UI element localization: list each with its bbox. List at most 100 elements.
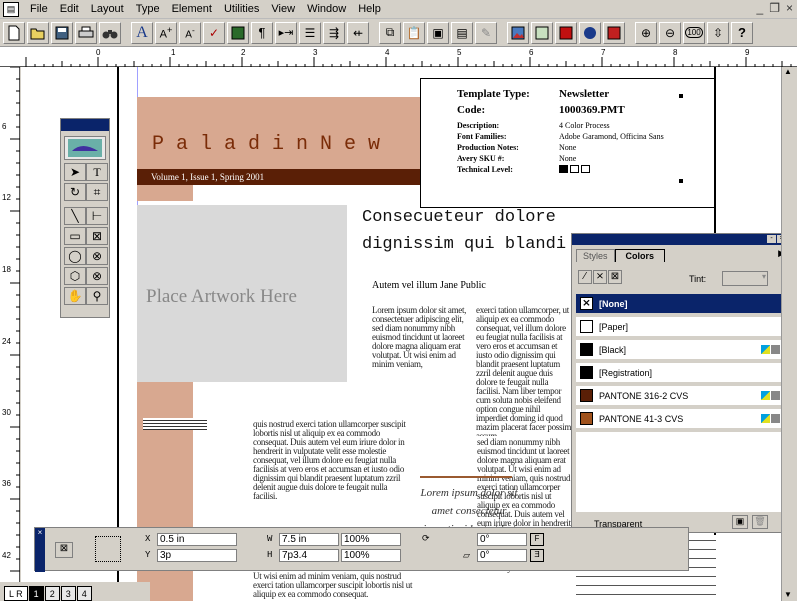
- w-field[interactable]: 7.5 in: [279, 533, 339, 546]
- indent-button[interactable]: ⇶: [323, 21, 345, 44]
- scale-y-field[interactable]: 100%: [341, 549, 401, 562]
- menu-file[interactable]: File: [24, 0, 54, 18]
- palette-minimize-button[interactable]: -: [767, 235, 776, 243]
- tab-colors[interactable]: Colors: [614, 249, 666, 262]
- dictionary-button[interactable]: [603, 21, 625, 44]
- image-button[interactable]: [507, 21, 529, 44]
- horizontal-ruler[interactable]: 0 1 2 3 4 5 6 7 8 9: [0, 47, 797, 67]
- apply-button[interactable]: ⊠: [55, 542, 73, 558]
- page-tab-1[interactable]: 1: [28, 586, 44, 601]
- sidebar-rule[interactable]: [143, 418, 207, 430]
- ellipse-frame-tool[interactable]: ⊗: [86, 247, 108, 265]
- swatch-pantone-316[interactable]: PANTONE 316-2 CVS: [576, 386, 786, 406]
- text-column-3[interactable]: quis nostrud exerci tation ullamcorper s…: [253, 420, 413, 520]
- view-button[interactable]: ▣: [427, 21, 449, 44]
- rotation-field[interactable]: 0°: [477, 533, 527, 546]
- app-icon[interactable]: ▤: [3, 1, 19, 17]
- line-tool[interactable]: ╲: [64, 207, 86, 225]
- list-button[interactable]: ☰: [299, 21, 321, 44]
- vertical-ruler[interactable]: 6 12 18 24 30 36 42: [0, 67, 20, 601]
- restore-button[interactable]: ❐: [769, 1, 780, 15]
- hand-tool[interactable]: ✋: [64, 287, 86, 305]
- issue-line[interactable]: Volume 1, Issue 1, Spring 2001: [137, 169, 437, 185]
- minimize-button[interactable]: _: [757, 1, 764, 15]
- spelling-button[interactable]: ✓: [203, 21, 225, 44]
- close-button[interactable]: ×: [786, 1, 793, 15]
- zoom-tool[interactable]: ⚲: [86, 287, 108, 305]
- frame-button[interactable]: [227, 21, 249, 44]
- picture-button[interactable]: [531, 21, 553, 44]
- flip-horizontal-button[interactable]: F: [530, 533, 544, 546]
- palette-close-icon[interactable]: ×: [35, 528, 45, 572]
- paste-button[interactable]: 📋: [403, 21, 425, 44]
- h-field[interactable]: 7p3.4: [279, 549, 339, 562]
- text-column-2[interactable]: exerci tation ullamcorper, ut aliquip ex…: [476, 306, 572, 436]
- polygon-frame-tool[interactable]: ⊗: [86, 267, 108, 285]
- save-button[interactable]: [51, 21, 73, 44]
- tint-field[interactable]: ▾: [722, 271, 768, 286]
- menu-element[interactable]: Element: [166, 0, 218, 18]
- tab-button[interactable]: ▸⇥: [275, 21, 297, 44]
- page-tab-2[interactable]: 2: [44, 586, 60, 601]
- constrained-line-tool[interactable]: ⊢: [86, 207, 108, 225]
- text-column-1[interactable]: Lorem ipsum dolor sit amet, consectetuer…: [372, 306, 470, 402]
- selection-handle-2[interactable]: [679, 179, 683, 183]
- menu-layout[interactable]: Layout: [85, 0, 130, 18]
- page-tab-3[interactable]: 3: [60, 586, 76, 601]
- pointer-tool[interactable]: ➤: [64, 163, 86, 181]
- menu-window[interactable]: Window: [301, 0, 352, 18]
- scale-x-field[interactable]: 100%: [341, 533, 401, 546]
- new-document-button[interactable]: [3, 21, 25, 44]
- zoom-100-button[interactable]: 100: [683, 21, 705, 44]
- x-field[interactable]: 0.5 in: [157, 533, 237, 546]
- zoom-out-button[interactable]: ⊖: [659, 21, 681, 44]
- link-button[interactable]: ✎: [475, 21, 497, 44]
- trash-button[interactable]: 🗑: [752, 515, 768, 529]
- open-button[interactable]: [27, 21, 49, 44]
- byline[interactable]: Autem vel illum Jane Public: [372, 280, 486, 291]
- swatch-black[interactable]: [Black]: [576, 340, 786, 360]
- menu-help[interactable]: Help: [352, 0, 387, 18]
- swatch-paper[interactable]: [Paper]: [576, 317, 786, 337]
- help-button[interactable]: ?: [731, 21, 753, 44]
- polygon-tool[interactable]: ⬡: [64, 267, 86, 285]
- masthead-title[interactable]: PaladinNew: [152, 133, 392, 156]
- text-tool[interactable]: T: [86, 163, 108, 181]
- rectangle-tool[interactable]: ▭: [64, 227, 86, 245]
- font-button[interactable]: A: [131, 21, 153, 44]
- copy-button[interactable]: ⧉: [379, 21, 401, 44]
- colors-titlebar[interactable]: - ×: [572, 234, 788, 245]
- color-preview-tool[interactable]: [64, 136, 106, 160]
- scroll-up-icon[interactable]: ▲: [784, 67, 792, 76]
- text-column-4[interactable]: Ut wisi enim ad minim veniam, quis nostr…: [253, 572, 413, 601]
- vertical-scrollbar[interactable]: ▲ ▼: [781, 67, 797, 601]
- fill-icon[interactable]: ⨯: [593, 270, 607, 284]
- rectangle-frame-tool[interactable]: ⊠: [86, 227, 108, 245]
- skew-field[interactable]: 0°: [477, 549, 527, 562]
- menu-type[interactable]: Type: [130, 0, 166, 18]
- both-icon[interactable]: ⊠: [608, 270, 622, 284]
- swatch-none[interactable]: ⨯ [None]: [576, 294, 786, 314]
- scroll-down-icon[interactable]: ▼: [784, 590, 792, 599]
- template-info-box[interactable]: Template Type: Newsletter Code: 1000369.…: [420, 78, 715, 208]
- crop-tool[interactable]: ⌗: [86, 183, 108, 201]
- color-button[interactable]: [555, 21, 577, 44]
- selection-handle[interactable]: [679, 94, 683, 98]
- proxy-icon[interactable]: [95, 536, 121, 562]
- stroke-icon[interactable]: ⁄: [578, 270, 592, 284]
- new-color-button[interactable]: ▣: [732, 515, 748, 529]
- outdent-button[interactable]: ⇷: [347, 21, 369, 44]
- ellipse-tool[interactable]: ◯: [64, 247, 86, 265]
- y-field[interactable]: 3p: [157, 549, 237, 562]
- find-button[interactable]: [99, 21, 121, 44]
- menu-view[interactable]: View: [265, 0, 301, 18]
- paragraph-button[interactable]: ¶: [251, 21, 273, 44]
- swatch-pantone-41[interactable]: PANTONE 41-3 CVS: [576, 409, 786, 429]
- page-tab-4[interactable]: 4: [76, 586, 92, 601]
- decrease-size-button[interactable]: A-: [179, 21, 201, 44]
- navigate-button[interactable]: ⇳: [707, 21, 729, 44]
- record-button[interactable]: [579, 21, 601, 44]
- toolbox-titlebar[interactable]: [61, 119, 109, 131]
- menu-utilities[interactable]: Utilities: [218, 0, 265, 18]
- rotate-tool[interactable]: ↻: [64, 183, 86, 201]
